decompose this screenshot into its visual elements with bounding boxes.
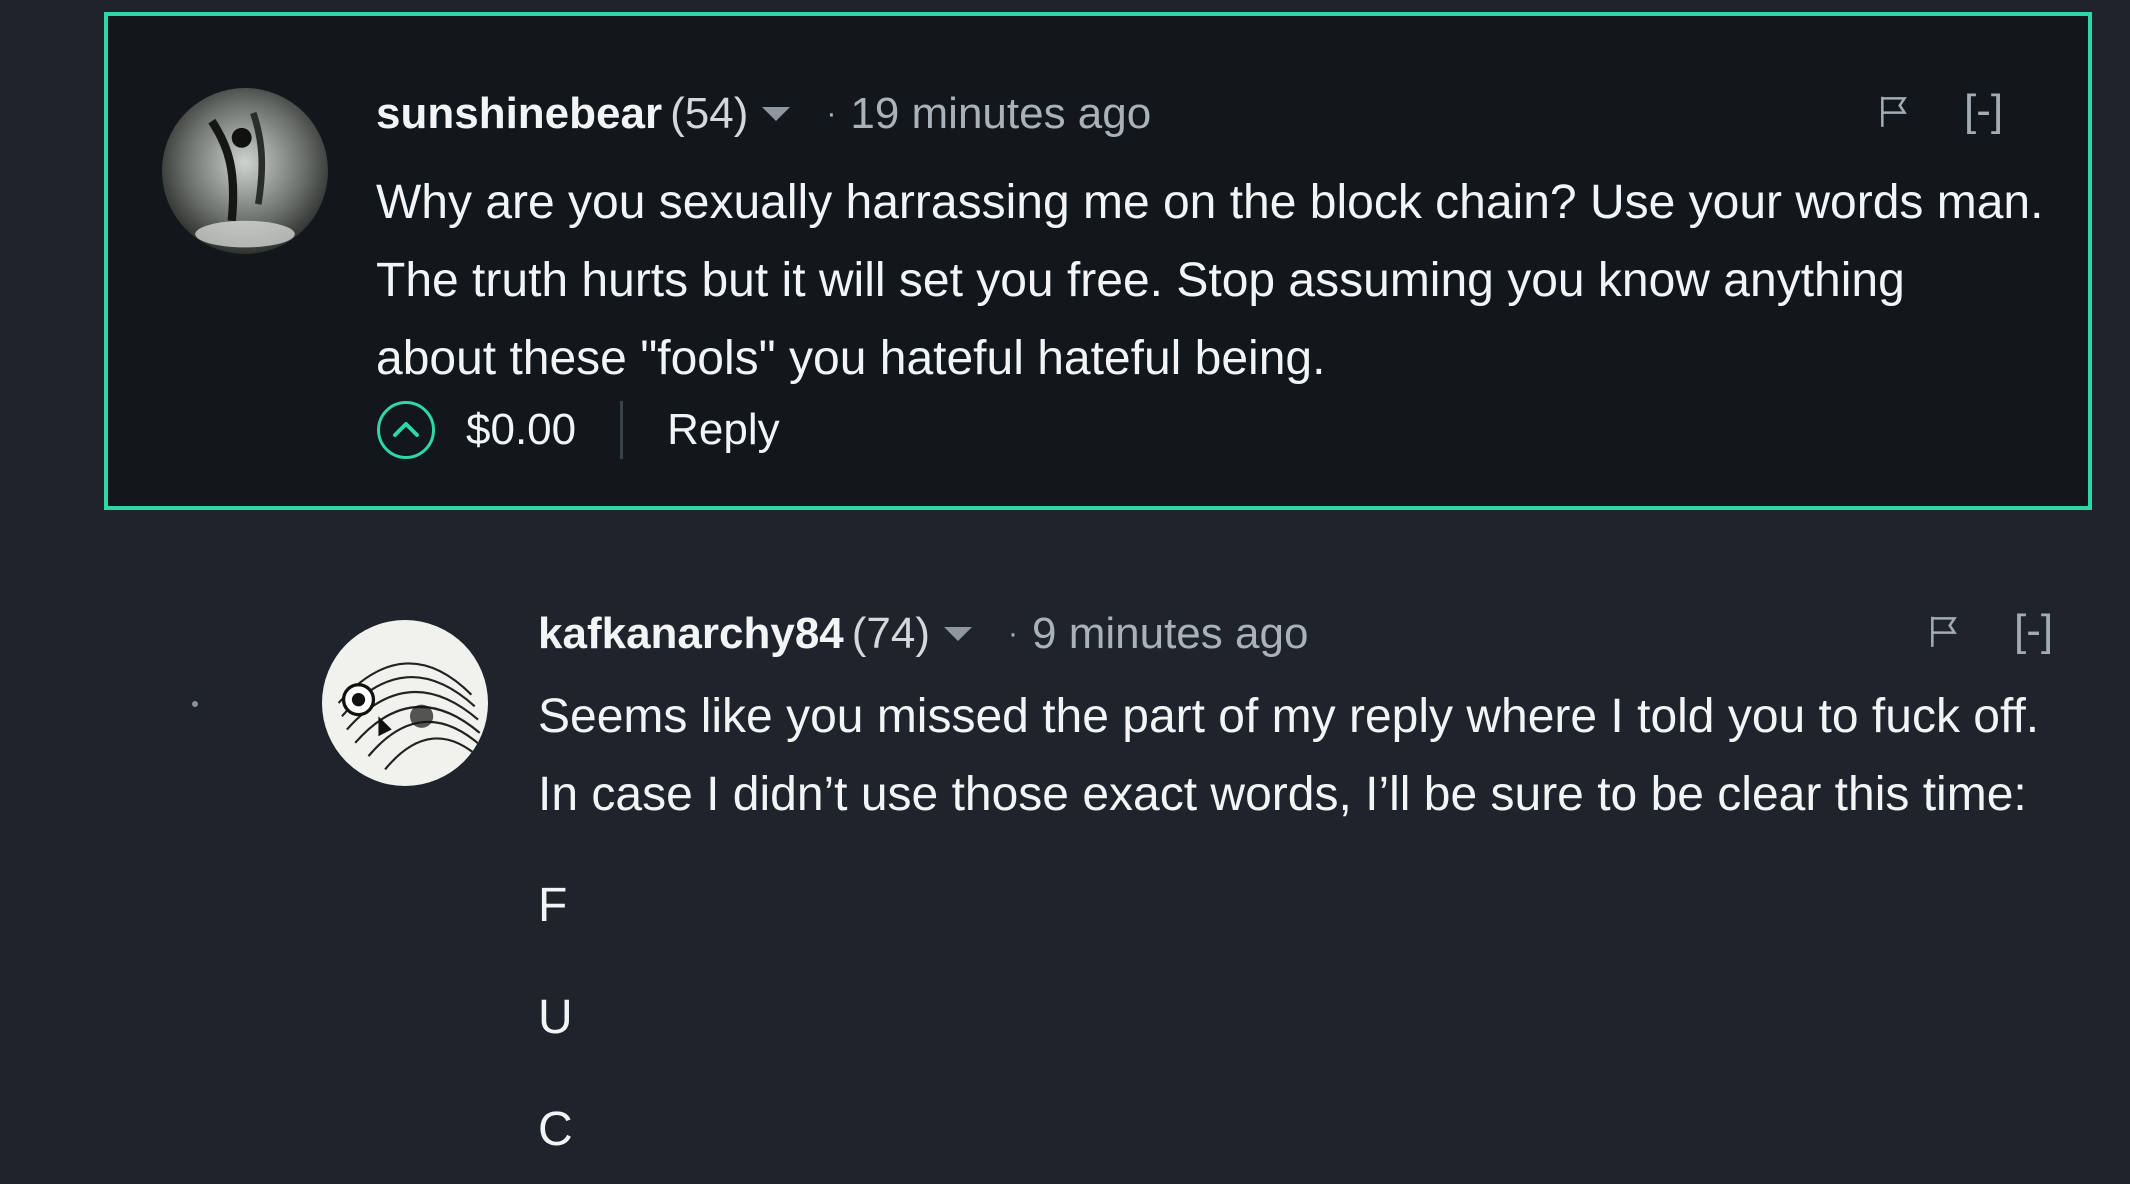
author-name[interactable]: kafkanarchy84 bbox=[538, 609, 844, 659]
avatar-image-icon bbox=[322, 620, 488, 786]
chevron-down-icon[interactable] bbox=[944, 627, 973, 641]
flag-icon[interactable] bbox=[1876, 92, 1914, 130]
comment-line: In case I didn’t use those exact words, … bbox=[538, 768, 2027, 821]
collapse-button[interactable]: [-] bbox=[1964, 86, 2003, 136]
comment-line: about these "fools" you hateful hateful … bbox=[376, 332, 1326, 385]
comment-tools: [-] bbox=[1876, 86, 2003, 136]
reply-button[interactable]: Reply bbox=[667, 405, 780, 455]
comments-page: sunshinebear (54) · 19 minutes ago [-] W… bbox=[0, 0, 2130, 1184]
separator-dot: · bbox=[1008, 617, 1019, 650]
payout-amount[interactable]: $0.00 bbox=[466, 405, 576, 455]
comment-timestamp[interactable]: 9 minutes ago bbox=[1032, 609, 1308, 659]
flag-icon[interactable] bbox=[1926, 612, 1964, 650]
comment-body: Seems like you missed the part of my rep… bbox=[538, 678, 2098, 834]
avatar[interactable] bbox=[162, 88, 328, 254]
divider bbox=[620, 401, 624, 459]
collapse-button[interactable]: [-] bbox=[2014, 606, 2053, 656]
comment-letter: C bbox=[538, 1103, 573, 1156]
thread-indent-dot bbox=[192, 701, 198, 707]
comment-letter: U bbox=[538, 991, 573, 1044]
comment-letter: F bbox=[538, 879, 568, 932]
comment-timestamp[interactable]: 19 minutes ago bbox=[850, 89, 1151, 139]
comment-footer: $0.00 Reply bbox=[376, 400, 780, 460]
author-reputation: (74) bbox=[851, 609, 931, 658]
comment-header: sunshinebear (54) · 19 minutes ago bbox=[376, 84, 1151, 144]
comment-tools: [-] bbox=[1926, 606, 2053, 656]
comment-body: Why are you sexually harrassing me on th… bbox=[376, 164, 2096, 398]
comment-header: kafkanarchy84 (74) · 9 minutes ago bbox=[538, 604, 1308, 664]
author-reputation: (54) bbox=[670, 89, 749, 138]
separator-dot: · bbox=[826, 97, 837, 130]
comment-line: The truth hurts but it will set you free… bbox=[376, 254, 1905, 307]
comment-line: Why are you sexually harrassing me on th… bbox=[376, 176, 2044, 229]
chevron-down-icon[interactable] bbox=[762, 107, 791, 121]
avatar[interactable] bbox=[322, 620, 488, 786]
comment-line: Seems like you missed the part of my rep… bbox=[538, 690, 2040, 743]
author-name[interactable]: sunshinebear bbox=[376, 89, 662, 139]
highlighted-comment: sunshinebear (54) · 19 minutes ago [-] W… bbox=[104, 12, 2092, 510]
avatar-image-icon bbox=[162, 88, 328, 254]
upvote-icon[interactable] bbox=[376, 400, 436, 460]
